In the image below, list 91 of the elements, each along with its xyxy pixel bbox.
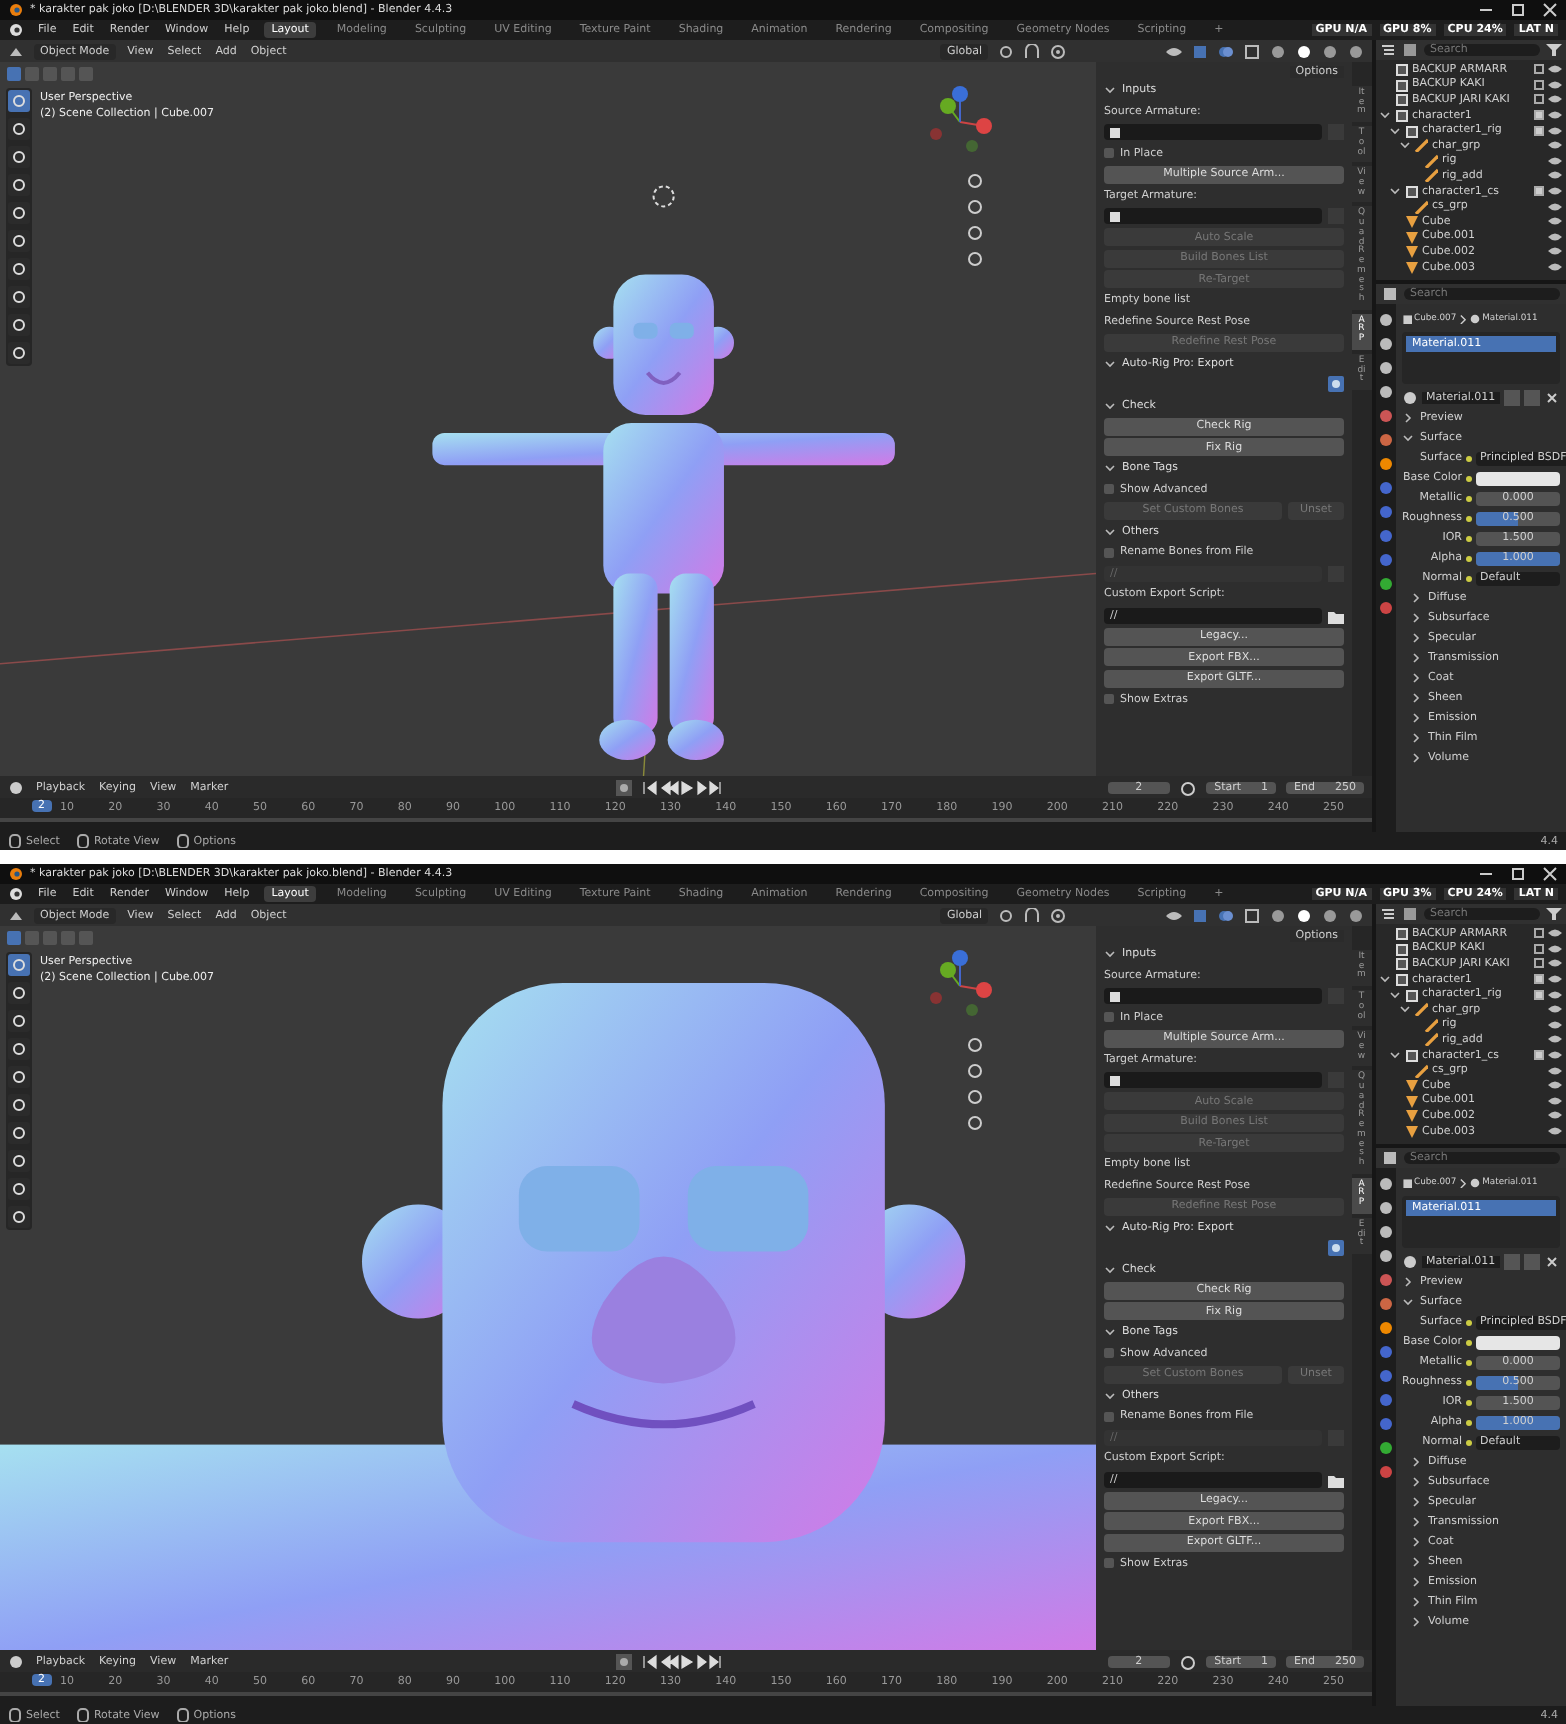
help-icon	[1328, 376, 1344, 393]
material-icon	[1470, 313, 1481, 323]
maximize-icon	[1510, 2, 1526, 18]
mouse-icon	[8, 834, 22, 848]
object-icon	[1108, 125, 1122, 140]
exclude-checkbox[interactable]	[1534, 110, 1544, 121]
chevron-down-icon	[1104, 1221, 1116, 1234]
material-icon	[1470, 1177, 1481, 1187]
socket-dot	[1466, 1359, 1472, 1365]
close-icon	[1542, 866, 1558, 882]
mouse-icon	[175, 1708, 190, 1722]
playback-controls-icon	[641, 1653, 722, 1669]
timeline-scrollbar[interactable]	[0, 1692, 1372, 1706]
object-icon	[1108, 1073, 1122, 1088]
mouse-icon	[175, 834, 190, 848]
collection-icon	[1404, 184, 1418, 199]
checkbox[interactable]	[1104, 1012, 1114, 1023]
mouse-icon	[75, 1708, 90, 1722]
exclude-checkbox[interactable]	[1534, 943, 1544, 954]
socket-dot	[1466, 495, 1472, 501]
chevron-down-icon	[1104, 525, 1116, 538]
checkbox[interactable]	[1104, 484, 1114, 495]
armature-field[interactable]	[1104, 208, 1322, 225]
close-icon	[1544, 390, 1560, 406]
armature-field[interactable]	[1104, 124, 1322, 141]
checkbox[interactable]	[1104, 148, 1114, 159]
exclude-checkbox[interactable]	[1534, 94, 1544, 105]
mouse-icon	[8, 1708, 22, 1722]
playback-controls-icon	[641, 779, 722, 795]
chevron-down-icon	[1402, 432, 1414, 444]
close-icon	[1542, 2, 1558, 18]
xray-icon	[1244, 907, 1260, 923]
outliner-icon	[1380, 42, 1396, 58]
chevron-right-icon	[1402, 412, 1414, 424]
checkbox[interactable]	[1104, 547, 1114, 558]
color-swatch[interactable]	[1476, 471, 1560, 485]
checkbox[interactable]	[1104, 1411, 1114, 1422]
socket-dot	[1466, 535, 1472, 541]
chevron-down-icon	[1104, 948, 1116, 961]
socket-dot	[1466, 555, 1472, 561]
chevron-down-icon	[1104, 84, 1116, 97]
chevron-down-icon	[1402, 1296, 1414, 1308]
chevron-down-icon	[1104, 399, 1116, 412]
exclude-checkbox[interactable]	[1534, 989, 1544, 1000]
collection-icon	[1404, 1048, 1418, 1063]
maximize-icon	[1510, 866, 1526, 882]
exclude-checkbox[interactable]	[1534, 79, 1544, 90]
socket-dot	[1466, 575, 1472, 581]
socket-dot	[1466, 1439, 1472, 1445]
socket-dot	[1466, 1339, 1472, 1345]
armature-field[interactable]	[1104, 988, 1322, 1005]
exclude-checkbox[interactable]	[1534, 974, 1544, 985]
xray-icon	[1244, 43, 1260, 59]
mouse-icon	[75, 834, 90, 848]
socket-dot	[1466, 515, 1472, 521]
chevron-icon	[1458, 1177, 1469, 1187]
socket-dot	[1466, 1319, 1472, 1325]
chevron-down-icon	[1104, 357, 1116, 370]
material-icon	[1402, 1254, 1418, 1270]
exclude-checkbox[interactable]	[1534, 1050, 1544, 1061]
chevron-down-icon	[1104, 462, 1116, 475]
exclude-checkbox[interactable]	[1534, 186, 1544, 197]
timeline-scrollbar[interactable]	[0, 818, 1372, 832]
armature-icon	[1414, 1063, 1428, 1078]
chevron-right-icon	[1402, 1276, 1414, 1288]
exclude-checkbox[interactable]	[1534, 64, 1544, 75]
exclude-checkbox[interactable]	[1534, 928, 1544, 939]
close-icon	[1544, 1254, 1560, 1270]
checkbox[interactable]	[1104, 1348, 1114, 1359]
socket-dot	[1466, 475, 1472, 481]
3d-cursor-icon	[652, 185, 675, 208]
socket-dot	[1466, 455, 1472, 461]
armature-field[interactable]	[1104, 1072, 1322, 1089]
color-swatch[interactable]	[1476, 1335, 1560, 1349]
checkbox[interactable]	[1104, 694, 1114, 705]
chevron-down-icon	[1104, 1389, 1116, 1402]
object-icon	[1108, 209, 1122, 224]
chevron-icon	[1458, 313, 1469, 323]
object-icon	[1108, 989, 1122, 1004]
armature-icon	[1414, 199, 1428, 214]
socket-dot	[1466, 1399, 1472, 1405]
checkbox[interactable]	[1104, 1558, 1114, 1569]
chevron-down-icon	[1104, 1326, 1116, 1339]
socket-dot	[1466, 1419, 1472, 1425]
outliner-icon	[1380, 906, 1396, 922]
exclude-checkbox[interactable]	[1534, 958, 1544, 969]
exclude-checkbox[interactable]	[1534, 125, 1544, 136]
chevron-down-icon	[1104, 1263, 1116, 1276]
material-icon	[1402, 390, 1418, 406]
socket-dot	[1466, 1379, 1472, 1385]
help-icon	[1328, 1240, 1344, 1257]
